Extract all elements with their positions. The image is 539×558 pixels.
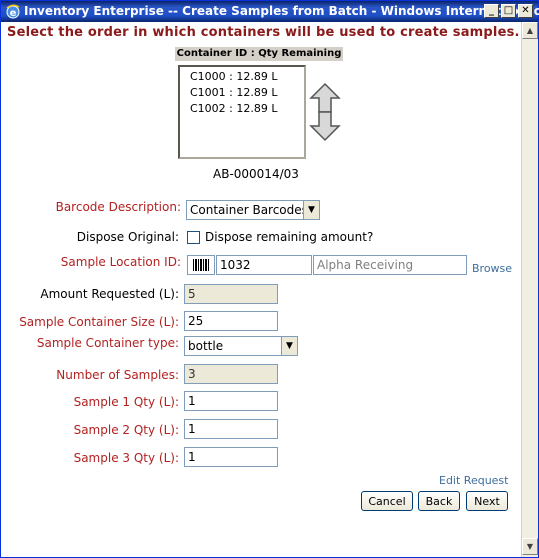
barcode-description-select[interactable]: Container Barcodes ▼ bbox=[186, 200, 320, 220]
location-name-field: Alpha Receiving bbox=[313, 255, 467, 275]
title-bar: e Inventory Enterprise -- Create Samples… bbox=[1, 1, 539, 22]
scroll-down-icon[interactable]: ▼ bbox=[522, 538, 538, 555]
instructions-text: Select the order in which containers wil… bbox=[7, 25, 520, 40]
list-item[interactable]: C1002 : 12.89 L bbox=[190, 101, 304, 117]
location-id-input[interactable]: 1032 bbox=[216, 255, 312, 275]
container-list-header: Container ID : Qty Remaining bbox=[175, 47, 343, 61]
barcode-description-label: Barcode Description: bbox=[55, 200, 181, 214]
maximize-button[interactable]: □ bbox=[501, 4, 516, 18]
chevron-down-icon: ▼ bbox=[303, 201, 319, 219]
vertical-scrollbar[interactable]: ▲ ▼ bbox=[521, 22, 538, 557]
container-type-select[interactable]: bottle ▼ bbox=[184, 336, 298, 356]
container-type-label: Sample Container type: bbox=[36, 336, 179, 350]
batch-id: AB-000014/03 bbox=[213, 167, 299, 181]
sample-2-qty-label: Sample 2 Qty (L): bbox=[73, 423, 179, 437]
container-listbox[interactable]: C1000 : 12.89 L C1001 : 12.89 L C1002 : … bbox=[178, 65, 306, 159]
amount-requested-field: 5 bbox=[184, 284, 278, 304]
sample-1-qty-label: Sample 1 Qty (L): bbox=[73, 395, 179, 409]
list-item[interactable]: C1001 : 12.89 L bbox=[190, 85, 304, 101]
chevron-down-icon: ▼ bbox=[281, 337, 297, 355]
dispose-checkbox-label: Dispose remaining amount? bbox=[205, 230, 374, 244]
back-button[interactable]: Back bbox=[418, 491, 460, 511]
browse-link[interactable]: Browse bbox=[472, 262, 512, 275]
dispose-checkbox[interactable] bbox=[187, 231, 200, 244]
sample-1-qty-input[interactable]: 1 bbox=[184, 391, 278, 411]
number-of-samples-field: 3 bbox=[184, 364, 278, 384]
barcode-description-value: Container Barcodes bbox=[190, 203, 308, 217]
list-item[interactable]: C1000 : 12.89 L bbox=[190, 69, 304, 85]
ie-icon: e bbox=[6, 4, 20, 19]
next-button[interactable]: Next bbox=[466, 491, 508, 511]
sample-3-qty-input[interactable]: 1 bbox=[184, 447, 278, 467]
cancel-button[interactable]: Cancel bbox=[361, 491, 413, 511]
svg-text:e: e bbox=[10, 8, 17, 19]
minimize-button[interactable]: _ bbox=[484, 4, 499, 18]
container-size-label: Sample Container Size (L): bbox=[19, 315, 179, 329]
sample-2-qty-input[interactable]: 1 bbox=[184, 419, 278, 439]
move-down-arrow-icon[interactable] bbox=[309, 110, 341, 142]
window-title: Inventory Enterprise -- Create Samples f… bbox=[24, 4, 539, 18]
page-content: Select the order in which containers wil… bbox=[1, 22, 521, 557]
container-size-input[interactable]: 25 bbox=[184, 311, 278, 331]
container-type-value: bottle bbox=[188, 339, 224, 353]
sample-location-label: Sample Location ID: bbox=[60, 255, 181, 269]
sample-3-qty-label: Sample 3 Qty (L): bbox=[73, 451, 179, 465]
scroll-up-icon[interactable]: ▲ bbox=[522, 22, 538, 39]
browser-window: e Inventory Enterprise -- Create Samples… bbox=[0, 0, 539, 558]
amount-requested-label: Amount Requested (L): bbox=[40, 287, 179, 301]
barcode-icon[interactable] bbox=[187, 255, 215, 275]
number-of-samples-label: Number of Samples: bbox=[56, 368, 179, 382]
dispose-original-label: Dispose Original: bbox=[76, 230, 179, 244]
edit-request-link[interactable]: Edit Request bbox=[439, 474, 508, 487]
close-button[interactable]: ✕ bbox=[518, 4, 533, 18]
